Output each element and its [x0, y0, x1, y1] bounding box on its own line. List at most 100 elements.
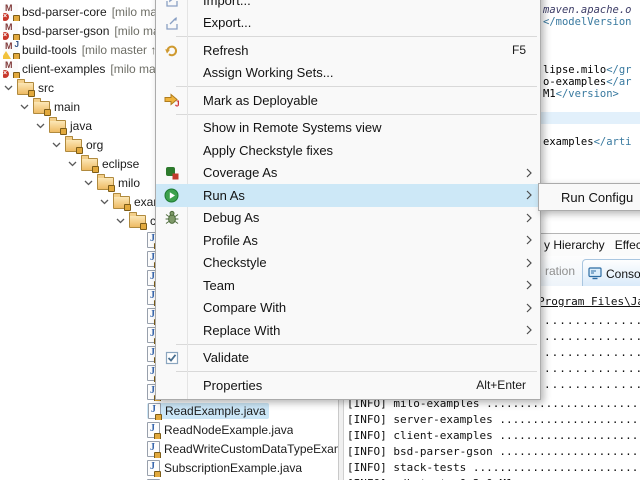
editor-code-line: lipse.milo</gr	[543, 64, 632, 76]
tree-item-label: ReadWriteCustomDataTypeExampl	[164, 442, 339, 456]
tree-item-label: src	[38, 81, 54, 95]
submenu-arrow-icon	[526, 235, 532, 245]
tab-effective-pom[interactable]: Effec	[611, 238, 640, 252]
menu-item-assign-working-sets[interactable]: Assign Working Sets...	[156, 62, 540, 85]
editor-code-line: o-examples</ar	[543, 76, 632, 88]
code-segment: </version>	[556, 88, 619, 100]
deploy-icon: J	[156, 93, 187, 107]
console-icon	[588, 267, 602, 280]
tree-item-build-tools[interactable]: Jbuild-tools[milo master ↑1	[3, 40, 163, 59]
menu-item-label: Mark as Deployable	[203, 93, 318, 108]
submenu-arrow-icon	[526, 258, 532, 268]
menu-item-debug-as[interactable]: Debug As	[156, 207, 540, 230]
repository-badge	[92, 166, 99, 173]
menu-item-checkstyle[interactable]: Checkstyle	[156, 252, 540, 275]
tree-item-label: bsd-parser-gson	[22, 24, 109, 38]
menu-item-export[interactable]: Export...	[156, 12, 540, 35]
tab-declaration[interactable]: ration	[545, 264, 575, 278]
code-segment: </arti	[594, 136, 632, 148]
tree-item-main[interactable]: main	[20, 97, 80, 116]
tab-console[interactable]: Consol	[582, 259, 640, 287]
tree-item-label: bsd-parser-core	[22, 5, 107, 19]
export-icon	[156, 16, 187, 30]
menu-item-validate[interactable]: Validate	[156, 347, 540, 370]
console-line: [INFO] client-examples .................…	[347, 428, 640, 444]
chevron-down-icon[interactable]	[20, 104, 33, 110]
tree-item-label: ReadNodeExample.java	[164, 423, 293, 437]
code-segment: </ar	[606, 76, 631, 88]
code-segment: examples	[543, 136, 594, 148]
folder-icon	[33, 101, 50, 114]
chevron-down-icon[interactable]	[52, 142, 65, 148]
tree-item-subscriptionexample-java[interactable]: SubscriptionExample.java	[147, 458, 302, 477]
tree-item-src[interactable]: src	[4, 78, 54, 97]
chevron-down-icon[interactable]	[36, 123, 49, 129]
editor-code-line: </modelVersion	[543, 16, 632, 28]
chevron-down-icon[interactable]	[84, 180, 97, 186]
import-icon	[156, 0, 187, 7]
folder-icon	[49, 120, 66, 133]
menu-item-team[interactable]: Team	[156, 274, 540, 297]
repository-badge	[44, 109, 51, 116]
view-tab-row: y Hierarchy Effec	[540, 233, 640, 257]
chevron-down-icon[interactable]	[100, 199, 113, 205]
maven-project-icon: ×	[3, 4, 18, 19]
chevron-down-icon[interactable]	[4, 85, 17, 91]
validate-icon	[156, 351, 187, 365]
console-line-partial: ...............	[544, 378, 640, 391]
menu-item-run-as[interactable]: Run As	[156, 184, 540, 207]
folder-icon	[97, 177, 114, 190]
menu-item-show-in-remote-systems-view[interactable]: Show in Remote Systems view	[156, 117, 540, 140]
menu-item-label: Replace With	[203, 323, 280, 338]
menu-item-label: Profile As	[203, 233, 258, 248]
java-file-icon	[148, 403, 161, 419]
menu-item-label: Import...	[203, 0, 251, 8]
menu-item-run-configurations[interactable]: Run Configu	[561, 190, 633, 205]
tree-item-milo[interactable]: milo	[84, 173, 140, 192]
tree-item-client-examples[interactable]: ×client-examples[milo mast	[3, 59, 165, 78]
tree-item-readwritecustomdatatypeexampl[interactable]: ReadWriteCustomDataTypeExampl	[147, 439, 339, 458]
menu-item-label: Export...	[203, 15, 251, 30]
menu-item-apply-checkstyle-fixes[interactable]: Apply Checkstyle fixes	[156, 139, 540, 162]
tree-item-label: org	[86, 138, 103, 152]
chevron-down-icon[interactable]	[68, 161, 81, 167]
tree-item-eclipse[interactable]: eclipse	[68, 154, 139, 173]
menu-shortcut: F5	[512, 43, 526, 57]
repository-badge	[124, 204, 131, 211]
tree-item-bsd-parser-core[interactable]: ×bsd-parser-core[milo mast	[3, 2, 166, 21]
warning-badge	[3, 51, 11, 59]
menu-item-properties[interactable]: PropertiesAlt+Enter	[156, 374, 540, 397]
menu-item-mark-as-deployable[interactable]: J Mark as Deployable	[156, 89, 540, 112]
console-process-title: Program Files\Java	[538, 295, 640, 308]
tree-item-java[interactable]: java	[36, 116, 92, 135]
menu-item-replace-with[interactable]: Replace With	[156, 319, 540, 342]
tree-item-bsd-parser-gson[interactable]: ×bsd-parser-gson[milo mas	[3, 21, 166, 40]
menu-item-compare-with[interactable]: Compare With	[156, 297, 540, 320]
svg-text:J: J	[175, 100, 179, 108]
folder-icon	[17, 82, 34, 95]
run-as-submenu: Run Configu	[538, 183, 640, 211]
folder-icon	[65, 139, 82, 152]
tree-item-readnodeexample-java[interactable]: ReadNodeExample.java	[147, 420, 293, 439]
console-line-partial: ...............	[544, 314, 640, 327]
tree-item-label: client-examples	[22, 62, 105, 76]
menu-item-profile-as[interactable]: Profile As	[156, 229, 540, 252]
folder-icon	[81, 158, 98, 171]
maven-project-icon: J	[3, 42, 18, 57]
menu-item-coverage-as[interactable]: Coverage As	[156, 162, 540, 185]
code-segment: </modelVersion	[543, 16, 632, 28]
tree-item-label: main	[54, 100, 80, 114]
menu-item-refresh[interactable]: RefreshF5	[156, 39, 540, 62]
tree-item-label: eclipse	[102, 157, 139, 171]
tree-item-readexample-java[interactable]: ReadExample.java	[147, 401, 269, 420]
chevron-down-icon[interactable]	[116, 218, 129, 224]
code-segment: M1	[543, 88, 556, 100]
submenu-arrow-icon	[526, 280, 532, 290]
submenu-arrow-icon	[526, 325, 532, 335]
menu-item-label: Debug As	[203, 210, 259, 225]
submenu-arrow-icon	[526, 213, 532, 223]
tree-item-org[interactable]: org	[52, 135, 103, 154]
repository-badge	[108, 185, 115, 192]
menu-item-import[interactable]: Import...	[156, 0, 540, 12]
tab-hierarchy[interactable]: y Hierarchy	[540, 238, 611, 252]
